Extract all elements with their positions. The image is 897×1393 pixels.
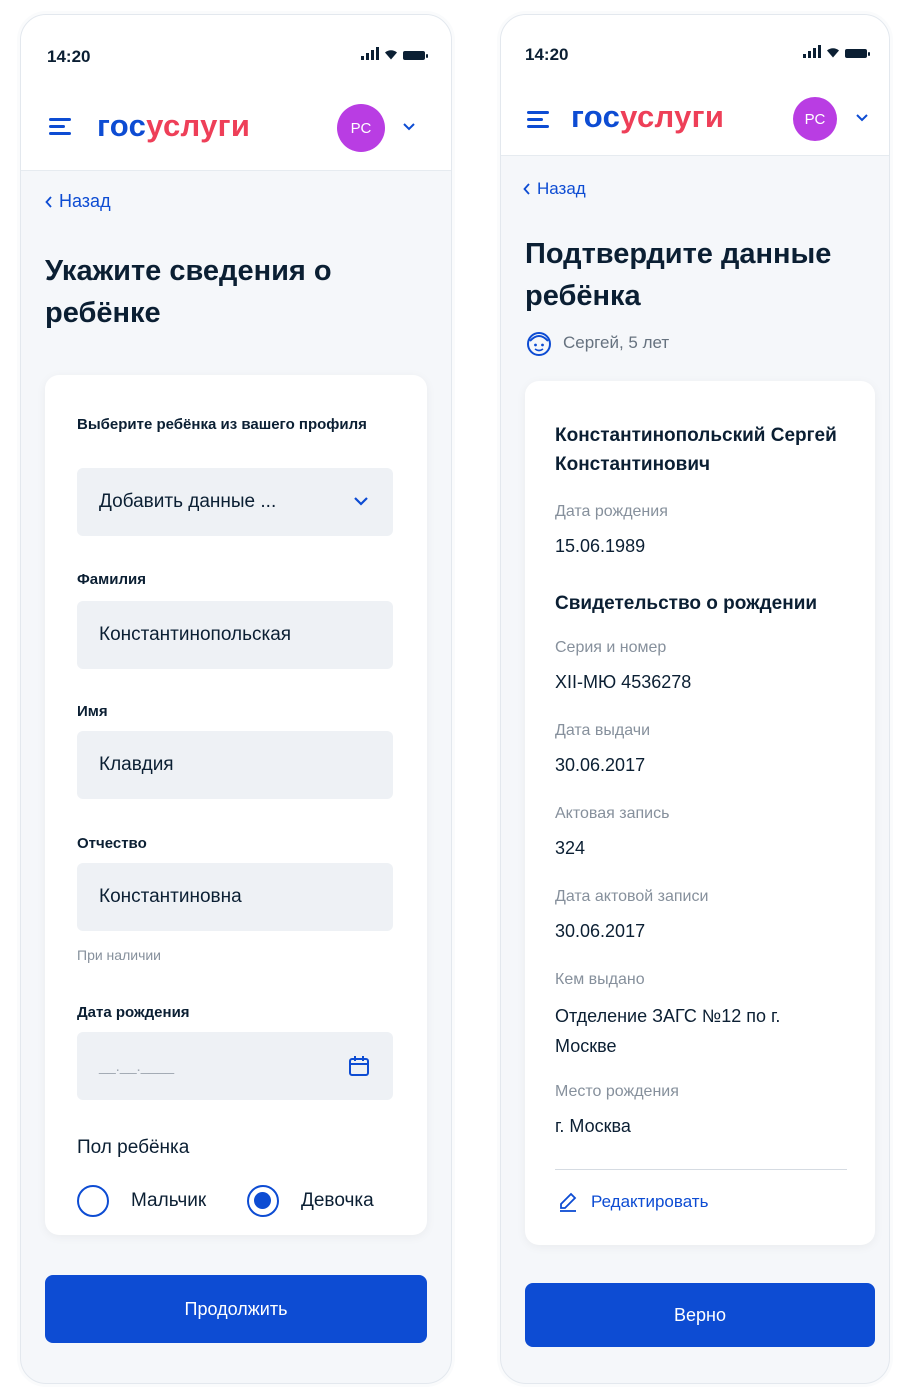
gender-radio-boy[interactable] [77, 1185, 109, 1217]
status-icons [361, 47, 428, 60]
name-field[interactable]: Клавдия [77, 731, 393, 799]
chevron-left-icon [523, 183, 530, 195]
birth-date-value: 15.06.1989 [555, 536, 646, 556]
select-child-value: Добавить данные ... [99, 491, 277, 512]
chevron-down-icon[interactable] [402, 122, 416, 132]
app-header: 14:20 госуслуги РС [501, 15, 889, 156]
edit-label: Редактировать [591, 1192, 709, 1211]
wifi-icon [385, 50, 397, 60]
record-date-label: Дата актовой записи [555, 888, 709, 905]
signal-icon [361, 47, 379, 60]
app-header: 14:20 госуслуги РС [21, 15, 451, 171]
logo-part-gos: гос [571, 99, 621, 134]
back-label: Назад [537, 179, 586, 198]
chevron-down-icon [354, 497, 368, 506]
battery-icon [403, 51, 428, 60]
page-title: Подтвердите данные ребёнка [525, 238, 832, 312]
issue-date-value: 30.06.2017 [555, 755, 646, 775]
battery-icon [845, 49, 870, 58]
menu-icon[interactable] [527, 111, 549, 129]
status-time: 14:20 [525, 45, 569, 64]
record-value: 324 [555, 838, 586, 858]
birthdate-field[interactable]: __.__.____ [77, 1032, 393, 1100]
birth-date-label: Дата рождения [555, 503, 668, 520]
edit-link[interactable]: Редактировать [557, 1191, 708, 1213]
status-icons [803, 45, 870, 58]
record-label: Актовая запись [555, 805, 670, 822]
back-link[interactable]: Назад [523, 179, 586, 199]
chevron-left-icon [45, 195, 52, 208]
issued-by-label: Кем выдано [555, 971, 645, 988]
birthdate-label: Дата рождения [77, 1004, 190, 1021]
name-value: Клавдия [99, 754, 174, 775]
gosuslugi-logo[interactable]: госуслуги [97, 108, 250, 144]
avatar[interactable]: РС [793, 97, 837, 141]
gender-label-boy: Мальчик [131, 1190, 207, 1211]
page-title: Укажите сведения о ребёнке [45, 255, 332, 329]
logo-part-gos: гос [97, 108, 147, 143]
logo-part-uslugi: услуги [146, 108, 251, 143]
record-date-value: 30.06.2017 [555, 921, 646, 941]
chevron-down-icon[interactable] [855, 113, 869, 123]
gender-radio-girl[interactable] [247, 1185, 279, 1217]
patronymic-value: Константиновна [99, 886, 242, 907]
wifi-icon [827, 48, 839, 58]
confirm-button[interactable]: Верно [525, 1283, 875, 1347]
gender-label: Пол ребёнка [77, 1137, 190, 1158]
child-form-card: Выберите ребёнка из вашего профиля Добав… [45, 375, 427, 1235]
patronymic-label: Отчество [77, 835, 147, 852]
child-subtitle: Сергей, 5 лет [525, 329, 669, 357]
child-data-card: Константинопольский Сергей Константинови… [525, 381, 875, 1245]
name-label: Имя [77, 703, 108, 720]
continue-button[interactable]: Продолжить [45, 1275, 427, 1343]
surname-label: Фамилия [77, 571, 146, 588]
select-child-dropdown[interactable]: Добавить данные ... [77, 468, 393, 536]
child-subtitle-text: Сергей, 5 лет [563, 333, 670, 352]
calendar-icon[interactable] [347, 1054, 371, 1078]
pencil-icon [560, 1192, 577, 1212]
avatar[interactable]: РС [337, 104, 385, 152]
birthdate-placeholder: __.__.____ [99, 1057, 175, 1075]
child-icon [527, 332, 551, 356]
back-link[interactable]: Назад [45, 191, 111, 212]
logo-part-uslugi: услуги [620, 99, 725, 134]
gosuslugi-logo[interactable]: госуслуги [571, 99, 724, 135]
select-child-label: Выберите ребёнка из вашего профиля [77, 416, 367, 433]
series-value: XII-МЮ 4536278 [555, 672, 692, 692]
child-full-name: Константинопольский Сергей Константинови… [555, 425, 837, 475]
menu-icon[interactable] [49, 118, 71, 136]
surname-field[interactable]: Константинопольская [77, 601, 393, 669]
divider [555, 1169, 847, 1170]
patronymic-field[interactable]: Константиновна [77, 863, 393, 931]
patronymic-hint: При наличии [77, 947, 161, 963]
birth-place-value: г. Москва [555, 1116, 631, 1136]
issue-date-label: Дата выдачи [555, 722, 651, 739]
surname-value: Константинопольская [99, 624, 292, 645]
issued-by-value: Отделение ЗАГС №12 по г. Москве [555, 1006, 781, 1056]
birth-place-label: Место рождения [555, 1083, 679, 1100]
status-time: 14:20 [47, 47, 91, 66]
certificate-heading: Свидетельство о рождении [555, 593, 818, 614]
phone-screen-confirm-child: 14:20 госуслуги РС Назад Подтвердите дан… [500, 14, 890, 1384]
signal-icon [803, 45, 821, 58]
gender-label-girl: Девочка [301, 1190, 374, 1211]
series-label: Серия и номер [555, 639, 667, 656]
phone-screen-child-details: 14:20 госуслуги РС Назад Укажите сведени… [20, 14, 452, 1384]
back-label: Назад [59, 191, 111, 211]
